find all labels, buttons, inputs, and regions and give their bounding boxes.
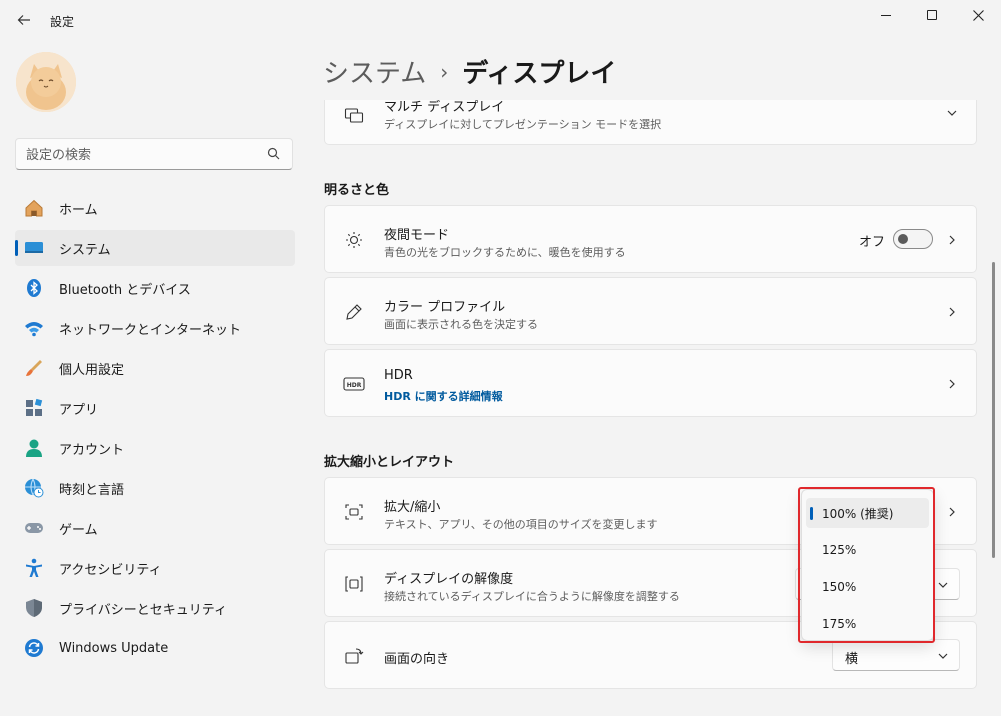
- orientation-icon: [343, 645, 365, 667]
- sidebar-item-network[interactable]: ネットワークとインターネット: [15, 310, 295, 346]
- gamepad-icon: [23, 517, 45, 539]
- night-light-toggle[interactable]: [893, 229, 933, 249]
- card-title: カラー プロファイル: [384, 300, 506, 315]
- sidebar-item-label: ホーム: [59, 202, 98, 218]
- minimize-button[interactable]: [863, 0, 909, 30]
- app-title: 設定: [50, 15, 75, 29]
- sidebar-item-accounts[interactable]: アカウント: [15, 430, 295, 466]
- chevron-right-icon: [949, 307, 955, 317]
- search-box[interactable]: [15, 138, 293, 170]
- night-light-card[interactable]: 夜間モード 青色の光をブロックするために、暖色を使用する オフ: [324, 205, 977, 273]
- cat-avatar-icon: [16, 52, 76, 112]
- multi-display-card[interactable]: マルチ ディスプレイ ディスプレイに対してプレゼンテーション モードを選択: [324, 100, 977, 145]
- wifi-icon: [23, 317, 45, 339]
- color-profile-card[interactable]: カラー プロファイル 画面に表示される色を決定する: [324, 277, 977, 345]
- sidebar-item-label: Windows Update: [59, 640, 169, 656]
- svg-text:HDR: HDR: [347, 382, 362, 389]
- brush-icon: [23, 357, 45, 379]
- card-title: 画面の向き: [384, 652, 450, 667]
- sidebar-item-privacy[interactable]: プライバシーとセキュリティ: [15, 590, 295, 626]
- breadcrumb-separator: ›: [440, 59, 449, 84]
- sidebar-item-time-language[interactable]: 時刻と言語: [15, 470, 295, 506]
- chevron-right-icon: [949, 507, 955, 517]
- close-button[interactable]: [955, 0, 1001, 30]
- card-subtitle: ディスプレイに対してプレゼンテーション モードを選択: [384, 118, 662, 131]
- account-icon: [23, 437, 45, 459]
- orientation-value: 横: [845, 652, 859, 667]
- chevron-down-icon: [938, 653, 948, 659]
- section-heading-scale-layout: 拡大縮小とレイアウト: [324, 455, 455, 470]
- back-button[interactable]: [12, 8, 36, 32]
- toggle-state-label: オフ: [859, 235, 886, 250]
- chevron-down-icon: [947, 110, 957, 116]
- minimize-icon: [881, 14, 891, 16]
- chevron-right-icon: [949, 379, 955, 389]
- sidebar-item-label: システム: [59, 242, 111, 258]
- close-icon: [972, 9, 984, 21]
- avatar[interactable]: [16, 52, 76, 112]
- bluetooth-icon: [23, 277, 45, 299]
- sidebar-item-accessibility[interactable]: アクセシビリティ: [15, 550, 295, 586]
- sidebar-nav: ホーム システム Bluetooth とデバイス ネットワークとインターネット …: [15, 190, 295, 670]
- card-title: HDR: [384, 368, 413, 383]
- sidebar-item-label: Bluetooth とデバイス: [59, 282, 191, 298]
- globe-clock-icon: [23, 477, 45, 499]
- shield-icon: [23, 597, 45, 619]
- sidebar-item-label: アクセシビリティ: [59, 562, 162, 578]
- chevron-down-icon: [938, 582, 948, 588]
- search-icon: [267, 147, 280, 160]
- card-title: 夜間モード: [384, 228, 450, 243]
- card-subtitle: 画面に表示される色を決定する: [384, 318, 538, 331]
- sidebar-item-label: 個人用設定: [59, 362, 125, 378]
- sidebar-item-windows-update[interactable]: Windows Update: [15, 630, 295, 666]
- toggle-knob: [898, 234, 908, 244]
- sidebar-item-system[interactable]: システム: [15, 230, 295, 266]
- hdr-icon: HDR: [343, 373, 365, 395]
- card-subtitle: 青色の光をブロックするために、暖色を使用する: [384, 246, 626, 259]
- annotation-highlight-box: [798, 487, 935, 643]
- arrow-left-icon: [17, 15, 30, 25]
- search-input[interactable]: [26, 145, 256, 165]
- card-title: 拡大/縮小: [384, 500, 441, 515]
- brightness-icon: [343, 229, 365, 251]
- pen-icon: [343, 301, 365, 323]
- multi-display-icon: [343, 105, 365, 127]
- home-icon: [23, 197, 45, 219]
- sidebar-item-home[interactable]: ホーム: [15, 190, 295, 226]
- accessibility-icon: [23, 557, 45, 579]
- maximize-button[interactable]: [909, 0, 955, 30]
- sidebar-item-label: アプリ: [59, 402, 99, 418]
- title-bar: 設定: [0, 0, 1001, 40]
- sidebar-item-label: 時刻と言語: [59, 482, 125, 498]
- update-icon: [23, 637, 45, 659]
- hdr-info-link[interactable]: HDR に関する詳細情報: [384, 388, 503, 404]
- sidebar-item-label: ネットワークとインターネット: [59, 322, 242, 338]
- chevron-right-icon: [949, 235, 955, 245]
- scale-icon: [343, 501, 365, 523]
- resolution-icon: [343, 573, 365, 595]
- page-title: ディスプレイ: [462, 59, 617, 89]
- orientation-select[interactable]: 横: [832, 639, 960, 671]
- card-subtitle: テキスト、アプリ、その他の項目のサイズを変更します: [384, 518, 658, 531]
- system-icon: [23, 237, 45, 259]
- breadcrumb-parent[interactable]: システム: [323, 53, 426, 90]
- card-subtitle: 接続されているディスプレイに合うように解像度を調整する: [384, 590, 680, 603]
- hdr-card[interactable]: HDR HDR HDR に関する詳細情報: [324, 349, 977, 417]
- apps-icon: [23, 397, 45, 419]
- sidebar-item-apps[interactable]: アプリ: [15, 390, 295, 426]
- card-title: ディスプレイの解像度: [384, 572, 514, 587]
- sidebar-item-label: プライバシーとセキュリティ: [59, 602, 227, 618]
- sidebar-item-gaming[interactable]: ゲーム: [15, 510, 295, 546]
- sidebar-item-bluetooth[interactable]: Bluetooth とデバイス: [15, 270, 295, 306]
- scrollbar-thumb[interactable]: [992, 262, 995, 558]
- section-heading-brightness: 明るさと色: [324, 183, 390, 198]
- sidebar-item-label: ゲーム: [59, 522, 98, 538]
- breadcrumb: システム › ディスプレイ: [323, 53, 616, 90]
- maximize-icon: [927, 10, 937, 20]
- sidebar-item-personalization[interactable]: 個人用設定: [15, 350, 295, 386]
- card-title: マルチ ディスプレイ: [384, 100, 505, 115]
- sidebar-item-label: アカウント: [59, 442, 125, 458]
